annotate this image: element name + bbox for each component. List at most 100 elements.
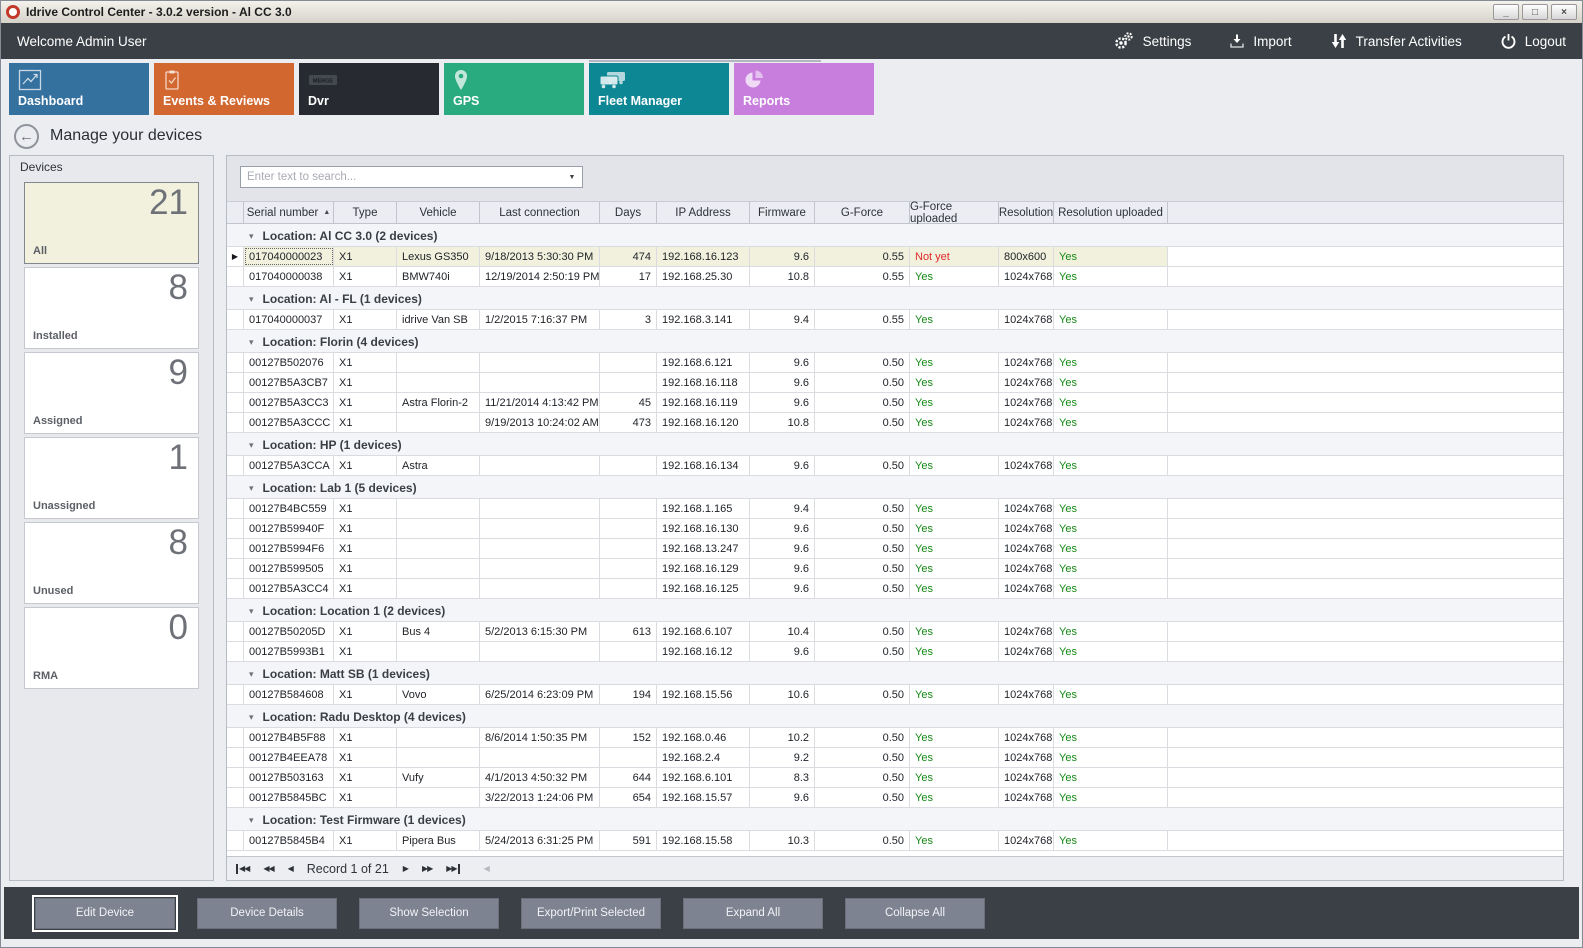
cell-days — [600, 559, 657, 578]
column-header-type[interactable]: Type — [334, 202, 397, 223]
last-record-icon[interactable]: ▶▶ — [446, 864, 459, 874]
collapse-group-icon[interactable]: ▾ — [249, 337, 254, 348]
collapse-group-icon[interactable]: ▾ — [249, 669, 254, 680]
group-row-location-matt-sb-1-devices[interactable]: ▾Location: Matt SB (1 devices) — [227, 662, 1563, 685]
table-row[interactable]: 00127B503163X1Vufy4/1/2013 4:50:32 PM644… — [227, 768, 1563, 788]
cell-days — [600, 642, 657, 661]
group-row-location-florin-4-devices[interactable]: ▾Location: Florin (4 devices) — [227, 330, 1563, 353]
search-input[interactable] — [241, 171, 562, 183]
tab-events-reviews[interactable]: Events & Reviews — [154, 63, 294, 115]
device-filter-card-unassigned[interactable]: 1Unassigned — [24, 437, 199, 519]
table-row[interactable]: 00127B5845BCX13/22/2013 1:24:06 PM654192… — [227, 788, 1563, 808]
device-details-button[interactable]: Device Details — [197, 898, 337, 929]
table-row[interactable]: 00127B59940FX1192.168.16.1309.60.50Yes10… — [227, 519, 1563, 539]
device-filter-card-unused[interactable]: 8Unused — [24, 522, 199, 604]
collapse-group-icon[interactable]: ▾ — [249, 606, 254, 617]
cell-firmware: 9.4 — [750, 310, 815, 329]
tab-dvr[interactable]: MERGEDvr — [299, 63, 439, 115]
column-header-firmware[interactable]: Firmware — [750, 202, 815, 223]
cell-resolution: 1024x768 — [999, 499, 1054, 518]
device-filter-label: Installed — [33, 330, 78, 342]
search-dropdown-icon[interactable]: ▼ — [562, 174, 582, 181]
group-row-location-location-1-2-devices[interactable]: ▾Location: Location 1 (2 devices) — [227, 599, 1563, 622]
group-row-location-al-cc-3-0-2-devices[interactable]: ▾Location: Al CC 3.0 (2 devices) — [227, 224, 1563, 247]
collapse-group-icon[interactable]: ▾ — [249, 440, 254, 451]
transfer-icon — [1330, 32, 1348, 50]
prev-page-icon[interactable]: ◀◀ — [263, 864, 273, 874]
topbar-action-settings[interactable]: Settings — [1113, 31, 1192, 51]
next-record-icon[interactable]: ▶ — [403, 864, 408, 874]
tab-reports[interactable]: Reports — [734, 63, 874, 115]
column-header-ip-address[interactable]: IP Address — [657, 202, 750, 223]
column-header-resolution-uploaded[interactable]: Resolution uploaded — [1054, 202, 1168, 223]
expand-all-button[interactable]: Expand All — [683, 898, 823, 929]
prev-record-icon[interactable]: ◀ — [288, 864, 293, 874]
table-row[interactable]: 00127B4EEA78X1192.168.2.49.20.50Yes1024x… — [227, 748, 1563, 768]
tab-gps[interactable]: GPS — [444, 63, 584, 115]
first-record-icon[interactable]: ◀◀ — [236, 864, 249, 874]
group-row-location-radu-desktop-4-devices[interactable]: ▾Location: Radu Desktop (4 devices) — [227, 705, 1563, 728]
table-row[interactable]: 017040000038X1BMW740i12/19/2014 2:50:19 … — [227, 267, 1563, 287]
topbar-action-transfer-activities[interactable]: Transfer Activities — [1330, 31, 1462, 51]
cell-type: X1 — [334, 642, 397, 661]
maximize-icon[interactable]: □ — [1522, 4, 1548, 20]
table-row[interactable]: 00127B5A3CCAX1Astra192.168.16.1349.60.50… — [227, 456, 1563, 476]
table-row[interactable]: 00127B502076X1192.168.6.1219.60.50Yes102… — [227, 353, 1563, 373]
edit-device-button[interactable]: Edit Device — [35, 898, 175, 929]
table-row[interactable]: ▶017040000023X1Lexus GS3509/18/2013 5:30… — [227, 247, 1563, 267]
table-row[interactable]: 00127B5994F6X1192.168.13.2479.60.50Yes10… — [227, 539, 1563, 559]
table-row[interactable]: 00127B50205DX1Bus 45/2/2013 6:15:30 PM61… — [227, 622, 1563, 642]
cell-last-connection — [480, 559, 600, 578]
close-icon[interactable]: × — [1551, 4, 1577, 20]
table-row[interactable]: 00127B5A3CC3X1Astra Florin-211/21/2014 4… — [227, 393, 1563, 413]
table-row[interactable]: 00127B4B5F88X18/6/2014 1:50:35 PM152192.… — [227, 728, 1563, 748]
tab-fleet-manager[interactable]: Fleet Manager — [589, 63, 729, 115]
cell-g-force-uploaded: Yes — [910, 413, 999, 432]
column-header-resolution[interactable]: Resolution — [999, 202, 1054, 223]
column-header-label: G-Force uploaded — [910, 201, 998, 225]
show-selection-button[interactable]: Show Selection — [359, 898, 499, 929]
column-header-vehicle[interactable]: Vehicle — [397, 202, 480, 223]
column-header-days[interactable]: Days — [600, 202, 657, 223]
cell-firmware: 9.6 — [750, 353, 815, 372]
table-row[interactable]: 00127B5A3CB7X1192.168.16.1189.60.50Yes10… — [227, 373, 1563, 393]
row-filler — [1168, 393, 1563, 412]
column-header-last-connection[interactable]: Last connection — [480, 202, 600, 223]
next-page-icon[interactable]: ▶▶ — [422, 864, 432, 874]
collapse-all-button[interactable]: Collapse All — [845, 898, 985, 929]
collapse-group-icon[interactable]: ▾ — [249, 231, 254, 242]
column-header-g-force-uploaded[interactable]: G-Force uploaded — [910, 202, 999, 223]
device-filter-card-assigned[interactable]: 9Assigned — [24, 352, 199, 434]
device-filter-card-rma[interactable]: 0RMA — [24, 607, 199, 689]
table-row[interactable]: 00127B5A3CC4X1192.168.16.1259.60.50Yes10… — [227, 579, 1563, 599]
table-row[interactable]: 00127B584608X1Vovo6/25/2014 6:23:09 PM19… — [227, 685, 1563, 705]
table-row[interactable]: 00127B5A3CCCX19/19/2013 10:24:02 AM47319… — [227, 413, 1563, 433]
collapse-group-icon[interactable]: ▾ — [249, 815, 254, 826]
topbar-action-logout[interactable]: Logout — [1500, 31, 1566, 51]
group-row-location-al-fl-1-devices[interactable]: ▾Location: Al - FL (1 devices) — [227, 287, 1563, 310]
table-row[interactable]: 017040000037X1idrive Van SB1/2/2015 7:16… — [227, 310, 1563, 330]
row-filler — [1168, 831, 1563, 850]
group-row-location-hp-1-devices[interactable]: ▾Location: HP (1 devices) — [227, 433, 1563, 456]
export-print-selected-button[interactable]: Export/Print Selected — [521, 898, 661, 929]
table-row[interactable]: 00127B599505X1192.168.16.1299.60.50Yes10… — [227, 559, 1563, 579]
group-row-location-lab-1-5-devices[interactable]: ▾Location: Lab 1 (5 devices) — [227, 476, 1563, 499]
collapse-group-icon[interactable]: ▾ — [249, 294, 254, 305]
table-row[interactable]: 00127B5845B4X1Pipera Bus5/24/2013 6:31:2… — [227, 831, 1563, 851]
tab-dashboard[interactable]: Dashboard — [9, 63, 149, 115]
topbar-action-import[interactable]: Import — [1229, 31, 1291, 51]
device-filter-card-installed[interactable]: 8Installed — [24, 267, 199, 349]
collapse-group-icon[interactable]: ▾ — [249, 712, 254, 723]
device-filter-card-all[interactable]: 21All — [24, 182, 199, 264]
table-row[interactable]: 00127B5993B1X1192.168.16.129.60.50Yes102… — [227, 642, 1563, 662]
back-button[interactable]: ← — [14, 124, 39, 149]
column-header-serial-number[interactable]: Serial number▲ — [244, 202, 334, 223]
group-row-location-test-firmware-1-devices[interactable]: ▾Location: Test Firmware (1 devices) — [227, 808, 1563, 831]
minimize-icon[interactable]: _ — [1493, 4, 1519, 20]
power-icon — [1500, 33, 1517, 50]
cell-ip-address: 192.168.16.119 — [657, 393, 750, 412]
collapse-group-icon[interactable]: ▾ — [249, 483, 254, 494]
table-row[interactable]: 00127B4BC559X1192.168.1.1659.40.50Yes102… — [227, 499, 1563, 519]
column-header-g-force[interactable]: G-Force — [815, 202, 910, 223]
cell-g-force-uploaded: Yes — [910, 353, 999, 372]
